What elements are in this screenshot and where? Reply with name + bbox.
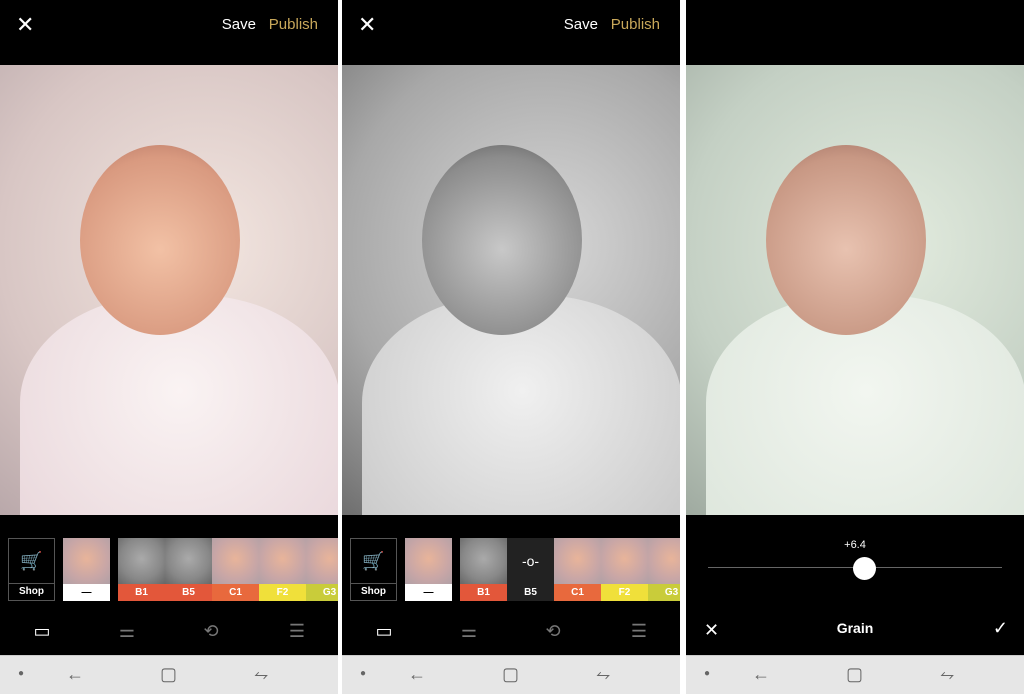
presets-icon[interactable]: ▭: [369, 616, 399, 646]
recents-icon[interactable]: ⥊: [596, 664, 610, 685]
publish-button[interactable]: Publish: [269, 16, 318, 33]
home-icon[interactable]: ▢: [160, 664, 177, 685]
screen-1: ✕ Save Publish 🛒 Shop — B1 B5 C1 F2 G3 ▭ ⚌ ⟲ ☰ ● ←…: [0, 0, 338, 694]
save-button[interactable]: Save: [222, 16, 256, 33]
grain-value: +6.4: [844, 539, 866, 551]
adjust-slider-icon: -o-: [507, 538, 554, 584]
filter-f2[interactable]: F2: [601, 538, 648, 601]
shop-button[interactable]: 🛒 Shop: [8, 538, 55, 601]
filter-label: B5: [507, 584, 554, 601]
bottom-toolbar: ▭ ⚌ ⟲ ☰: [0, 616, 338, 646]
screen-3: +6.4 ✕ Grain ✓ ● ← ▢ ⥊: [686, 0, 1024, 694]
recipes-icon[interactable]: ☰: [624, 616, 654, 646]
filter-b1[interactable]: B1: [118, 538, 165, 601]
android-nav-bar: ● ← ▢ ⥊: [342, 655, 680, 694]
screen-2: ✕ Save Publish 🛒 Shop — B1 -o- B5 C1 F2 G3 ▭ ⚌ ⟲ ☰ …: [342, 0, 680, 694]
filter-original[interactable]: —: [405, 538, 452, 601]
filter-strip[interactable]: 🛒 Shop — B1 B5 C1 F2 G3: [8, 538, 338, 602]
close-icon[interactable]: ✕: [358, 14, 376, 36]
filter-label: —: [63, 584, 110, 601]
filter-label: G3: [648, 584, 680, 601]
filter-thumb-image: [554, 538, 601, 584]
cart-icon: 🛒: [362, 550, 385, 571]
filter-thumb-image: [63, 538, 110, 584]
bottom-toolbar: ▭ ⚌ ⟲ ☰: [342, 616, 680, 646]
filter-label: C1: [212, 584, 259, 601]
filter-thumb-image: [405, 538, 452, 584]
filter-label: C1: [554, 584, 601, 601]
filter-strip[interactable]: 🛒 Shop — B1 -o- B5 C1 F2 G3: [350, 538, 680, 602]
confirm-check-icon[interactable]: ✓: [993, 618, 1008, 639]
filter-f2[interactable]: F2: [259, 538, 306, 601]
back-icon[interactable]: ←: [408, 664, 426, 685]
dot-icon: ●: [704, 668, 711, 679]
shop-label: Shop: [351, 583, 396, 600]
filter-label: —: [405, 584, 452, 601]
tools-sliders-icon[interactable]: ⚌: [454, 616, 484, 646]
recents-icon[interactable]: ⥊: [940, 664, 954, 685]
top-bar: ✕ Save Publish: [0, 0, 338, 65]
presets-icon[interactable]: ▭: [27, 616, 57, 646]
grain-slider-knob[interactable]: [853, 557, 877, 580]
dot-icon: ●: [360, 668, 367, 679]
shop-button[interactable]: 🛒 Shop: [350, 538, 397, 601]
shop-label: Shop: [9, 583, 54, 600]
photo-preview: [342, 65, 680, 515]
photo-preview: [0, 65, 338, 515]
history-icon[interactable]: ⟲: [538, 616, 568, 646]
filter-thumb-image: [165, 538, 212, 584]
filter-thumb-image: [118, 538, 165, 584]
filter-thumb-image: [212, 538, 259, 584]
filter-label: F2: [601, 584, 648, 601]
filter-label: F2: [259, 584, 306, 601]
filter-c1[interactable]: C1: [554, 538, 601, 601]
home-icon[interactable]: ▢: [846, 664, 863, 685]
home-icon[interactable]: ▢: [502, 664, 519, 685]
filter-c1[interactable]: C1: [212, 538, 259, 601]
tools-sliders-icon[interactable]: ⚌: [112, 616, 142, 646]
back-icon[interactable]: ←: [752, 664, 770, 685]
save-button[interactable]: Save: [564, 16, 598, 33]
android-nav-bar: ● ← ▢ ⥊: [0, 655, 338, 694]
filter-original[interactable]: —: [63, 538, 110, 601]
filter-label: B1: [460, 584, 507, 601]
recipes-icon[interactable]: ☰: [282, 616, 312, 646]
filter-thumb-image: [306, 538, 338, 584]
filter-g3[interactable]: G3: [306, 538, 338, 601]
close-icon[interactable]: ✕: [16, 14, 34, 36]
filter-g3[interactable]: G3: [648, 538, 680, 601]
filter-thumb-image: [601, 538, 648, 584]
photo-preview: [686, 65, 1024, 515]
publish-button[interactable]: Publish: [611, 16, 660, 33]
cart-icon: 🛒: [20, 550, 43, 571]
tool-title: Grain: [836, 620, 874, 636]
back-icon[interactable]: ←: [66, 664, 84, 685]
recents-icon[interactable]: ⥊: [254, 664, 268, 685]
history-icon[interactable]: ⟲: [196, 616, 226, 646]
filter-thumb-image: [648, 538, 680, 584]
dot-icon: ●: [18, 668, 25, 679]
top-bar: ✕ Save Publish: [342, 0, 680, 65]
filter-thumb-image: [259, 538, 306, 584]
filter-b5[interactable]: B5: [165, 538, 212, 601]
android-nav-bar: ● ← ▢ ⥊: [686, 655, 1024, 694]
filter-label: G3: [306, 584, 338, 601]
filter-label: B5: [165, 584, 212, 601]
filter-thumb-image: [460, 538, 507, 584]
filter-b5[interactable]: -o- B5: [507, 538, 554, 601]
filter-b1[interactable]: B1: [460, 538, 507, 601]
filter-label: B1: [118, 584, 165, 601]
